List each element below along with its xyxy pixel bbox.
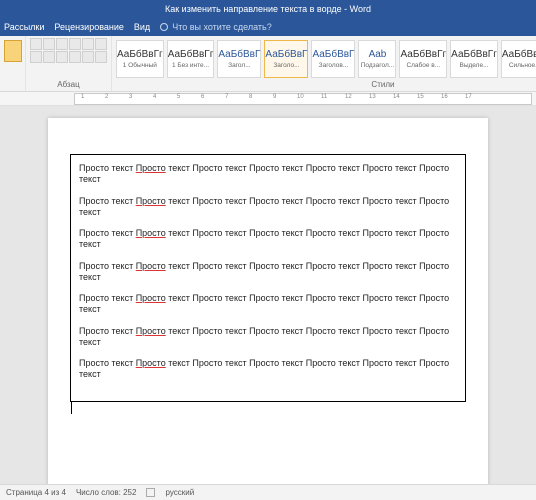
ribbon-tabs: Рассылки Рецензирование Вид Что вы хотит… — [0, 18, 536, 36]
ruler-mark: 1 — [81, 94, 84, 100]
style-sample: АаБбВвГг — [400, 49, 446, 60]
ruler-mark: 5 — [177, 94, 180, 100]
style-item-2[interactable]: АаБбВвГ Загол... — [217, 40, 261, 78]
paragraph[interactable]: Просто текст Просто текст Просто текст П… — [79, 293, 457, 316]
grammar-underline: Просто — [136, 358, 166, 368]
style-sample: АаБбВвГ — [265, 49, 307, 60]
inc-indent-icon[interactable] — [82, 38, 94, 50]
ruler-mark: 9 — [273, 94, 276, 100]
status-page[interactable]: Страница 4 из 4 — [6, 488, 66, 497]
ruler-area: 1234567891011121314151617 — [0, 92, 536, 106]
status-words[interactable]: Число слов: 252 — [76, 488, 136, 497]
style-item-5[interactable]: Aab Подзагол... — [358, 40, 396, 78]
style-sample: АаБбВвГг — [168, 49, 214, 60]
status-language[interactable]: русский — [165, 488, 194, 497]
line-spacing-icon[interactable] — [82, 51, 94, 63]
multilevel-icon[interactable] — [56, 38, 68, 50]
ruler-mark: 10 — [297, 94, 304, 100]
grammar-underline: Просто — [136, 228, 166, 238]
ruler-mark: 17 — [465, 94, 472, 100]
ruler-mark: 14 — [393, 94, 400, 100]
style-sample: Aab — [369, 49, 387, 60]
paragraph[interactable]: Просто текст Просто текст Просто текст П… — [79, 196, 457, 219]
style-item-3[interactable]: АаБбВвГ Заголо... — [264, 40, 308, 78]
style-label: Подзагол... — [361, 62, 394, 69]
page[interactable]: Просто текст Просто текст Просто текст П… — [48, 118, 488, 484]
titlebar: Как изменить направление текста в ворде … — [0, 0, 536, 18]
spellcheck-icon[interactable] — [146, 488, 155, 497]
ruler-mark: 15 — [417, 94, 424, 100]
text-cursor — [71, 402, 72, 414]
paragraph[interactable]: Просто текст Просто текст Просто текст П… — [79, 261, 457, 284]
group-label-styles: Стили — [116, 79, 536, 91]
paragraph[interactable]: Просто текст Просто текст Просто текст П… — [79, 326, 457, 349]
grammar-underline: Просто — [136, 326, 166, 336]
ruler-mark: 7 — [225, 94, 228, 100]
style-item-0[interactable]: АаБбВвГг 1 Обычный — [116, 40, 164, 78]
style-label: Заголо... — [273, 62, 299, 69]
style-label: Заголов... — [319, 62, 349, 69]
style-item-1[interactable]: АаБбВвГг 1 Без инте... — [167, 40, 215, 78]
sort-icon[interactable] — [95, 38, 107, 50]
style-label: 1 Обычный — [123, 62, 157, 69]
style-sample: АаБбВвГ — [312, 49, 354, 60]
style-label: Выделе... — [459, 62, 488, 69]
style-label: 1 Без инте... — [172, 62, 209, 69]
style-label: Загол... — [228, 62, 250, 69]
paste-icon[interactable] — [4, 40, 22, 62]
tab-review[interactable]: Рецензирование — [54, 22, 124, 32]
numbering-icon[interactable] — [43, 38, 55, 50]
bullets-icon[interactable] — [30, 38, 42, 50]
align-left-icon[interactable] — [30, 51, 42, 63]
ruler-mark: 6 — [201, 94, 204, 100]
ruler-mark: 11 — [321, 94, 327, 100]
ruler-mark: 16 — [441, 94, 448, 100]
text-box[interactable]: Просто текст Просто текст Просто текст П… — [70, 154, 466, 402]
style-item-7[interactable]: АаБбВвГг Выделе... — [450, 40, 498, 78]
style-sample: АаБбВвГг — [502, 49, 536, 60]
tab-view[interactable]: Вид — [134, 22, 150, 32]
ribbon: Абзац АаБбВвГг 1 Обычный АаБбВвГг 1 Без инт… — [0, 36, 536, 92]
align-center-icon[interactable] — [43, 51, 55, 63]
document-area[interactable]: Просто текст Просто текст Просто текст П… — [0, 106, 536, 484]
style-label: Сильное... — [509, 62, 536, 69]
styles-gallery[interactable]: АаБбВвГг1 ОбычныйАаБбВвГг1 Без инте...Аа… — [116, 38, 536, 78]
grammar-underline: Просто — [136, 261, 166, 271]
grammar-underline: Просто — [136, 163, 166, 173]
ruler-mark: 4 — [153, 94, 156, 100]
style-label: Слабое в... — [406, 62, 440, 69]
paragraph[interactable]: Просто текст Просто текст Просто текст П… — [79, 163, 457, 186]
group-label-paragraph: Абзац — [30, 79, 107, 91]
dec-indent-icon[interactable] — [69, 38, 81, 50]
paragraph-buttons — [30, 38, 107, 63]
style-item-6[interactable]: АаБбВвГг Слабое в... — [399, 40, 447, 78]
shading-icon[interactable] — [95, 51, 107, 63]
ruler-mark: 12 — [345, 94, 352, 100]
ruler-mark: 13 — [369, 94, 376, 100]
horizontal-ruler[interactable]: 1234567891011121314151617 — [74, 93, 532, 105]
paragraph[interactable]: Просто текст Просто текст Просто текст П… — [79, 228, 457, 251]
tell-me[interactable]: Что вы хотите сделать? — [160, 22, 272, 32]
statusbar: Страница 4 из 4 Число слов: 252 русский — [0, 484, 536, 500]
window-title: Как изменить направление текста в ворде … — [0, 0, 536, 18]
tell-me-placeholder: Что вы хотите сделать? — [172, 22, 272, 32]
style-sample: АаБбВвГг — [117, 49, 163, 60]
style-item-8[interactable]: АаБбВвГг Сильное... — [501, 40, 536, 78]
tab-mailings[interactable]: Рассылки — [4, 22, 44, 32]
grammar-underline: Просто — [136, 293, 166, 303]
ruler-mark: 8 — [249, 94, 252, 100]
ribbon-group-paste — [0, 36, 26, 91]
style-sample: АаБбВвГ — [218, 49, 260, 60]
grammar-underline: Просто — [136, 196, 166, 206]
ribbon-group-styles: АаБбВвГг1 ОбычныйАаБбВвГг1 Без инте...Аа… — [112, 36, 536, 91]
paragraph[interactable]: Просто текст Просто текст Просто текст П… — [79, 358, 457, 381]
ruler-mark: 3 — [129, 94, 132, 100]
style-sample: АаБбВвГг — [451, 49, 497, 60]
style-item-4[interactable]: АаБбВвГ Заголов... — [311, 40, 355, 78]
ribbon-group-paragraph: Абзац — [26, 36, 112, 91]
ruler-mark: 2 — [105, 94, 108, 100]
align-right-icon[interactable] — [56, 51, 68, 63]
align-justify-icon[interactable] — [69, 51, 81, 63]
lightbulb-icon — [160, 23, 168, 31]
